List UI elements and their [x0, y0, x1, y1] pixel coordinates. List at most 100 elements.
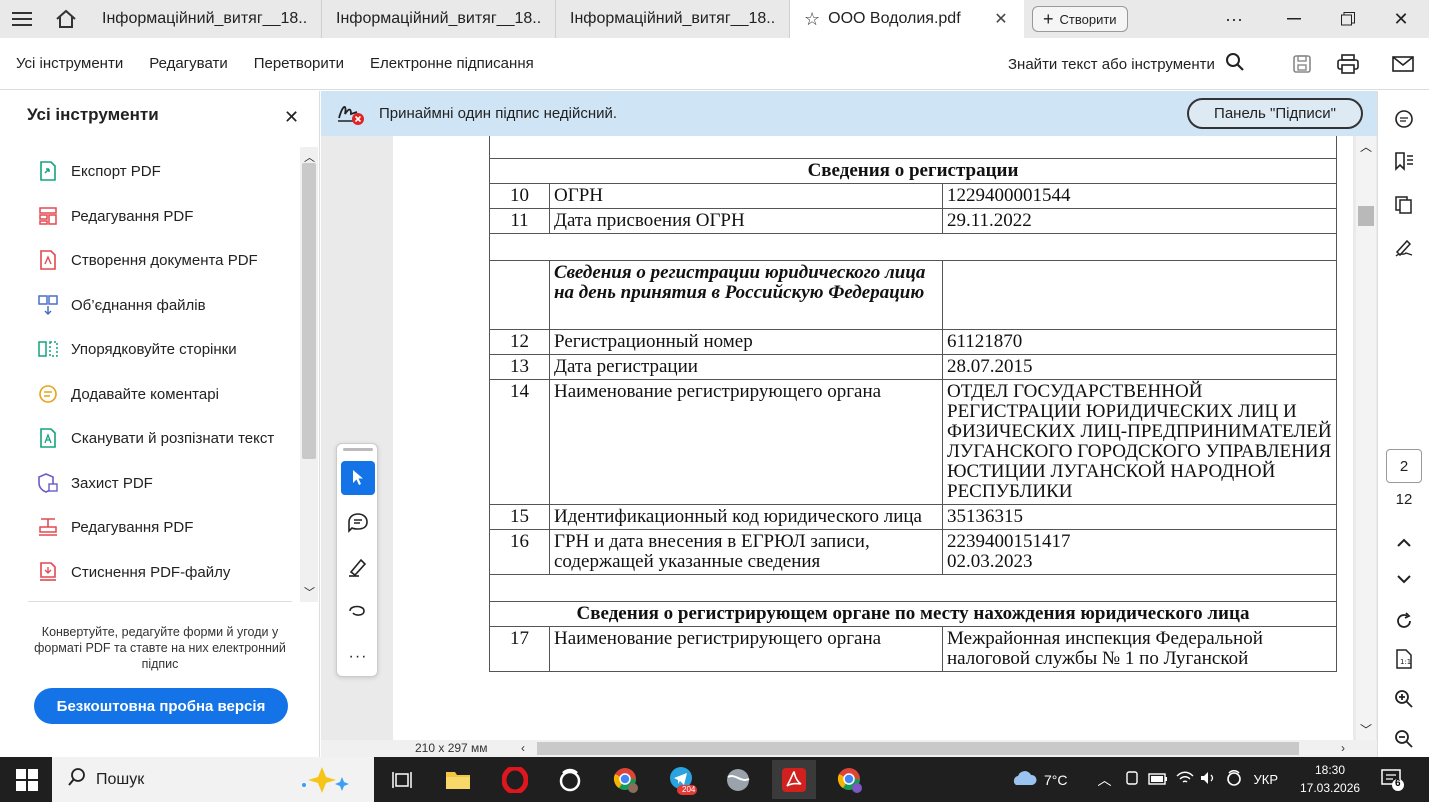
- scan-ocr-icon: [37, 427, 59, 449]
- tool-compress-pdf[interactable]: Стиснення PDF-файлу: [37, 557, 230, 587]
- create-button[interactable]: + Створити: [1032, 6, 1128, 32]
- section-heading: Сведения о регистрирующем органе по мест…: [489, 600, 1337, 627]
- zoom-out-icon[interactable]: [1390, 725, 1418, 753]
- document-viewport[interactable]: Сведения о регистрации 10 ОГРН 122940000…: [321, 136, 1377, 740]
- rotate-icon[interactable]: [1390, 607, 1418, 635]
- scroll-down-icon[interactable]: ﹀: [1360, 721, 1372, 738]
- task-view-icon[interactable]: [384, 763, 420, 797]
- tool-export-pdf[interactable]: Експорт PDF: [37, 156, 161, 186]
- print-icon[interactable]: [1335, 51, 1361, 77]
- star-icon[interactable]: ☆: [804, 9, 820, 30]
- quick-tools-bar: ···: [336, 443, 378, 677]
- horizontal-scroll-thumb[interactable]: [537, 742, 1299, 755]
- chrome-profile-2-icon[interactable]: [832, 763, 868, 797]
- telegram-badge: 204: [682, 785, 696, 794]
- battery-icon[interactable]: [1147, 772, 1168, 788]
- email-icon[interactable]: [1390, 51, 1416, 77]
- restore-icon[interactable]: [1320, 0, 1376, 38]
- next-page-icon[interactable]: [1390, 565, 1418, 593]
- scroll-up-icon[interactable]: ︿: [1360, 138, 1372, 155]
- language-indicator[interactable]: УКР: [1254, 772, 1279, 787]
- more-options-icon[interactable]: ···: [1206, 0, 1262, 38]
- document-vertical-scrollbar[interactable]: ︿ ﹀: [1356, 136, 1376, 740]
- blank-row: [489, 232, 1337, 261]
- tool-edit-pdf[interactable]: Редагування PDF: [37, 201, 193, 231]
- chrome-profile-icon[interactable]: [608, 763, 644, 797]
- tool-add-comments[interactable]: Додавайте коментарі: [37, 379, 219, 409]
- free-trial-button[interactable]: Безкоштовна пробна версія: [34, 688, 288, 724]
- tab-document-1[interactable]: Інформаційний_витяг__18...: [88, 0, 322, 38]
- tool-scan-ocr[interactable]: Сканувати й розпізнати текст: [37, 423, 274, 453]
- tab-document-active[interactable]: ☆ ООО Водолия.pdf ✕: [790, 0, 1024, 38]
- pages-icon[interactable]: [1390, 191, 1418, 219]
- volume-icon[interactable]: [1200, 771, 1218, 788]
- sync-tray-icon[interactable]: [1226, 769, 1242, 789]
- tools-scroll-thumb[interactable]: [302, 163, 316, 459]
- tool-label: Сканувати й розпізнати текст: [71, 429, 275, 447]
- find-text-tools[interactable]: Знайти текст або інструменти: [1008, 38, 1245, 90]
- current-page-input[interactable]: 2: [1386, 449, 1422, 483]
- previous-page-icon[interactable]: [1390, 529, 1418, 557]
- sync-app-icon[interactable]: [552, 763, 588, 797]
- fit-page-icon[interactable]: 1:1: [1390, 645, 1418, 673]
- row-value: 1229400001544: [942, 182, 1337, 209]
- close-tab-icon[interactable]: ✕: [992, 9, 1010, 29]
- row-label: Наименование регистрирующего органа: [549, 378, 943, 505]
- tab-document-2[interactable]: Інформаційний_витяг__18...: [322, 0, 556, 38]
- meet-now-icon[interactable]: [1124, 770, 1140, 789]
- time: 18:30: [1314, 763, 1346, 777]
- redact-pdf-icon: [37, 516, 59, 538]
- tab-label: Інформаційний_витяг__18...: [570, 10, 775, 27]
- home-icon[interactable]: [44, 0, 88, 38]
- signatures-panel-button[interactable]: Панель "Підписи": [1187, 98, 1363, 129]
- invalid-signature-icon: [337, 100, 365, 131]
- bookmarks-icon[interactable]: [1390, 147, 1418, 175]
- tool-redact-pdf[interactable]: Редагування PDF: [37, 512, 193, 542]
- menu-all-tools[interactable]: Усі інструменти: [16, 38, 123, 90]
- notifications-icon[interactable]: 6: [1380, 767, 1406, 791]
- hamburger-menu-icon[interactable]: [0, 0, 44, 38]
- tab-document-3[interactable]: Інформаційний_витяг__18...: [556, 0, 790, 38]
- save-icon[interactable]: [1289, 51, 1315, 77]
- minimize-icon[interactable]: [1266, 0, 1322, 38]
- row-label: Наименование регистрирующего органа: [549, 625, 943, 672]
- windows-start-icon[interactable]: [16, 769, 38, 791]
- tool-combine-files[interactable]: Об’єднання файлів: [37, 290, 206, 320]
- acrobat-icon[interactable]: [772, 760, 816, 799]
- clock[interactable]: 18:30 17.03.2026: [1300, 761, 1360, 797]
- wifi-icon[interactable]: [1176, 771, 1194, 788]
- select-cursor-icon[interactable]: [341, 461, 375, 495]
- scroll-right-icon[interactable]: ›: [1341, 740, 1345, 757]
- subheading-row: Сведения о регистрации юридического лица…: [489, 259, 1337, 330]
- row-number: 11: [489, 207, 550, 234]
- protect-pdf-icon: [37, 472, 59, 494]
- scroll-down-icon[interactable]: ﹀: [304, 584, 315, 600]
- opera-icon[interactable]: [497, 763, 533, 797]
- tray-expand-icon[interactable]: ︿: [1098, 770, 1112, 790]
- file-explorer-icon[interactable]: [440, 763, 476, 797]
- tool-create-pdf[interactable]: Створення документа PDF: [37, 245, 258, 275]
- vpn-globe-icon[interactable]: [720, 763, 756, 797]
- add-comment-icon[interactable]: [341, 506, 375, 540]
- menu-convert[interactable]: Перетворити: [254, 38, 344, 90]
- zoom-in-icon[interactable]: [1390, 685, 1418, 713]
- menu-edit[interactable]: Редагувати: [149, 38, 228, 90]
- create-label: Створити: [1059, 11, 1117, 27]
- taskbar-search[interactable]: Пошук: [52, 757, 374, 802]
- tool-organize-pages[interactable]: Упорядковуйте сторінки: [37, 334, 237, 364]
- highlight-pen-icon[interactable]: [341, 550, 375, 584]
- weather-cloud-icon[interactable]: [1010, 769, 1038, 790]
- tool-protect-pdf[interactable]: Захист PDF: [37, 468, 153, 498]
- close-panel-icon[interactable]: ✕: [284, 107, 299, 128]
- close-window-icon[interactable]: ✕: [1373, 0, 1429, 38]
- comment-panel-icon[interactable]: [1390, 105, 1418, 133]
- scroll-left-icon[interactable]: ‹: [521, 740, 525, 757]
- more-tools-icon[interactable]: ···: [341, 640, 375, 674]
- telegram-icon[interactable]: 204: [664, 763, 700, 797]
- menu-e-sign[interactable]: Електронне підписання: [370, 38, 534, 90]
- document-scroll-thumb[interactable]: [1358, 206, 1374, 226]
- draw-freehand-icon[interactable]: [341, 594, 375, 628]
- drag-handle[interactable]: [343, 448, 373, 451]
- fill-sign-icon[interactable]: [1390, 233, 1418, 261]
- section-heading: Сведения о регистрации: [489, 157, 1337, 184]
